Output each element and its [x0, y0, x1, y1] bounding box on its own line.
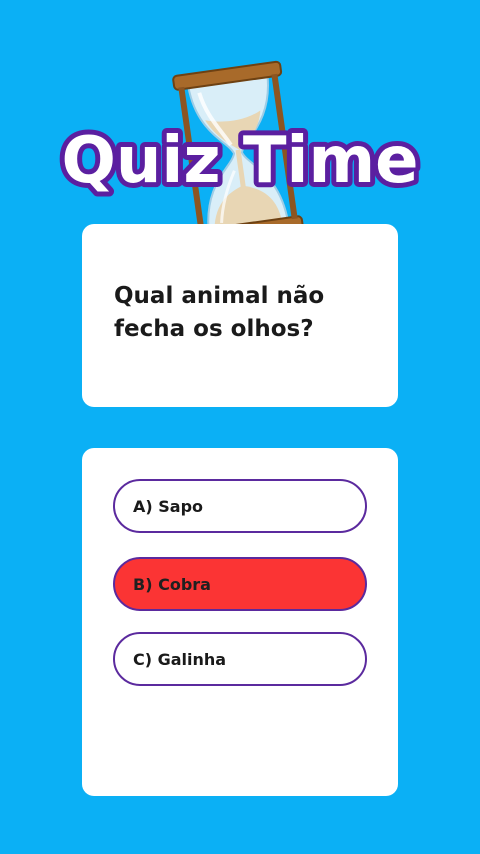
answer-option-a[interactable]: A) Sapo	[113, 479, 367, 533]
answer-option-label: C) Galinha	[133, 649, 227, 669]
answer-option-c[interactable]: C) Galinha	[113, 632, 367, 686]
question-text: Qual animal não fecha os olhos?	[114, 283, 325, 342]
answer-option-label: A) Sapo	[133, 496, 204, 516]
answers-card: A) Sapo B) Cobra C) Galinha	[82, 448, 398, 796]
answer-option-b[interactable]: B) Cobra	[113, 557, 367, 611]
page-title: Quiz Time	[61, 124, 418, 198]
title-text: Quiz Time	[56, 119, 423, 203]
question-card: Qual animal não fecha os olhos?	[82, 224, 398, 407]
answer-option-label: B) Cobra	[133, 574, 211, 594]
